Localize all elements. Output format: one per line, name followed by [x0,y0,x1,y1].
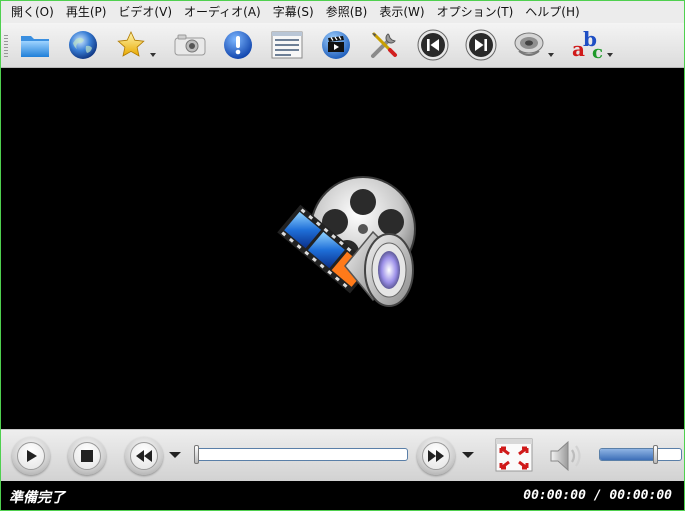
preferences-button[interactable] [367,28,401,62]
camera-icon [174,34,206,56]
time-display: 00:00:00 / 00:00:00 [523,488,672,503]
menu-browse[interactable]: 参照(B) [320,1,374,23]
subtitle-letter-c: c [592,42,603,62]
audio-track-dropdown-arrow[interactable] [548,53,554,57]
seek-bar[interactable] [194,445,408,464]
previous-button[interactable] [416,28,450,62]
screenshot-button[interactable] [173,28,207,62]
audio-track-icon [514,32,544,56]
subtitle-dropdown-arrow[interactable] [607,53,613,57]
smplayer-window: 開く(O) 再生(P) ビデオ(V) オーディオ(A) 字幕(S) 参照(B) … [0,0,685,511]
stop-icon [81,450,93,462]
fullscreen-icon[interactable] [495,438,533,472]
folder-icon [21,36,49,57]
smplayer-logo-icon [277,176,416,307]
next-button[interactable] [464,28,498,62]
volume-icon[interactable] [547,439,583,473]
volume-slider[interactable] [599,445,682,464]
menu-view[interactable]: 表示(W) [373,1,430,23]
forward-icon [428,450,444,462]
volume-handle[interactable] [653,445,658,464]
volume-level-fill [600,449,655,460]
clapper-icon [322,31,350,59]
toolbar-grip[interactable] [4,35,8,57]
control-bar [1,429,684,481]
rewind-dropdown-arrow[interactable] [169,452,181,458]
globe-icon [69,31,97,59]
rewind-button[interactable] [125,437,163,475]
menu-video[interactable]: ビデオ(V) [112,1,178,23]
tools-icon [371,32,397,58]
open-file-button[interactable] [18,28,52,62]
play-button[interactable] [12,437,50,475]
favorites-button[interactable] [114,28,148,62]
video-area[interactable] [1,68,684,429]
previous-icon [417,29,449,61]
media-info-button[interactable] [221,28,255,62]
menu-audio[interactable]: オーディオ(A) [178,1,267,23]
play-icon [27,450,37,462]
menu-open[interactable]: 開く(O) [5,1,60,23]
video-equalizer-button[interactable] [319,28,353,62]
menu-options[interactable]: オプション(T) [431,1,520,23]
info-icon [224,31,252,59]
rewind-icon [136,450,152,462]
subtitle-button[interactable]: a b c [571,28,605,62]
open-url-button[interactable] [66,28,100,62]
favorites-dropdown-arrow[interactable] [150,53,156,57]
menu-bar: 開く(O) 再生(P) ビデオ(V) オーディオ(A) 字幕(S) 参照(B) … [1,1,684,23]
seek-handle[interactable] [194,445,199,464]
subtitle-icon: a b c [572,28,603,62]
playlist-icon [271,31,303,59]
next-icon [465,29,497,61]
status-message: 準備完了 [9,490,65,506]
menu-subtitles[interactable]: 字幕(S) [267,1,320,23]
stop-button[interactable] [68,437,106,475]
playlist-button[interactable] [270,28,304,62]
menu-play[interactable]: 再生(P) [60,1,113,23]
forward-dropdown-arrow[interactable] [462,452,474,458]
menu-help[interactable]: ヘルプ(H) [519,1,585,23]
main-toolbar: a b c [1,23,684,68]
status-bar: 準備完了 00:00:00 / 00:00:00 [1,481,684,510]
forward-button[interactable] [417,437,455,475]
star-icon [117,31,145,57]
audio-track-button[interactable] [512,28,546,62]
